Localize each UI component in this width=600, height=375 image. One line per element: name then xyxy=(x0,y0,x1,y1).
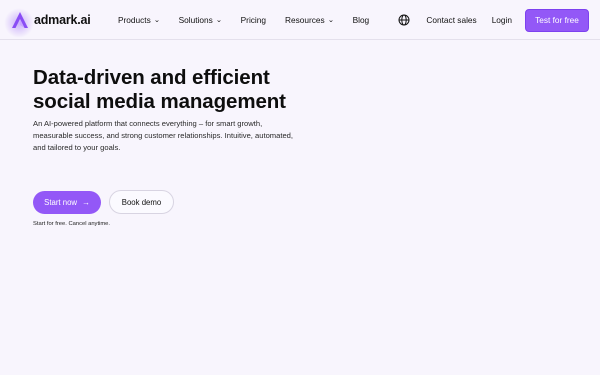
top-navigation: admark.ai Products ⌄ Solutions ⌄ Pricing… xyxy=(0,0,600,40)
start-now-label: Start now xyxy=(44,198,78,207)
admark-logo-icon xyxy=(4,8,34,38)
brand-logo[interactable]: admark.ai xyxy=(4,8,91,38)
nav-item-label: Products xyxy=(118,15,151,25)
hero-note: Start for free. Cancel anytime. xyxy=(33,221,111,227)
test-for-free-button[interactable]: Test for free xyxy=(525,8,589,32)
hero-section: Data-driven and efficient social media m… xyxy=(33,66,303,154)
chevron-down-icon: ⌄ xyxy=(153,17,160,24)
nav-item-resources[interactable]: Resources ⌄ xyxy=(285,15,334,25)
hero-subtitle: An AI-powered platform that connects eve… xyxy=(33,119,294,152)
book-demo-button[interactable]: Book demo xyxy=(109,190,174,214)
nav-item-blog[interactable]: Blog xyxy=(353,15,370,25)
hero-title: Data-driven and efficient social media m… xyxy=(33,66,286,113)
globe-icon[interactable] xyxy=(398,14,410,26)
chevron-down-icon: ⌄ xyxy=(327,17,334,24)
nav-actions: Contact sales Login Test for free xyxy=(398,0,589,40)
nav-item-label: Resources xyxy=(285,15,325,25)
nav-item-label: Solutions xyxy=(178,15,213,25)
nav-item-label: Pricing xyxy=(240,15,267,25)
login-link[interactable]: Login xyxy=(492,15,512,25)
nav-item-pricing[interactable]: Pricing xyxy=(241,15,266,25)
start-now-button[interactable]: Start now → xyxy=(33,191,101,214)
chevron-down-icon: ⌄ xyxy=(215,17,222,24)
brand-name: admark.ai xyxy=(34,13,91,27)
main-menu: Products ⌄ Solutions ⌄ Pricing Resources… xyxy=(118,0,388,40)
nav-item-label: Blog xyxy=(352,15,370,25)
contact-sales-link[interactable]: Contact sales xyxy=(426,15,476,25)
hero-buttons: Start now → Book demo xyxy=(33,190,174,214)
nav-item-solutions[interactable]: Solutions ⌄ xyxy=(179,15,222,25)
arrow-right-icon: → xyxy=(82,198,90,207)
nav-item-products[interactable]: Products ⌄ xyxy=(118,15,160,25)
